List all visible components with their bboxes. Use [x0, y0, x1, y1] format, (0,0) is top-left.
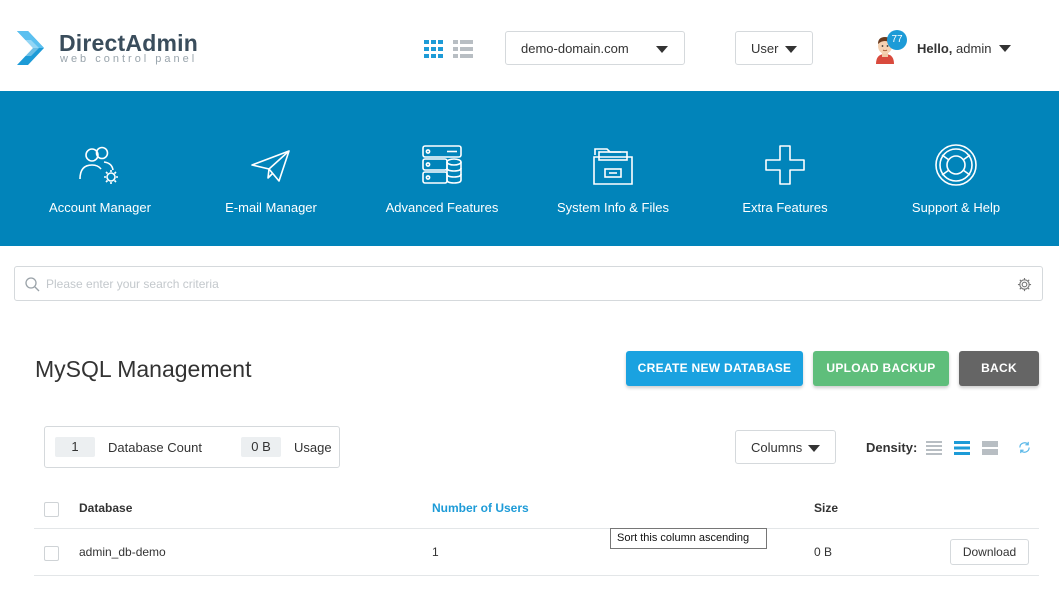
nav-system-info-files[interactable]: System Info & Files [533, 91, 693, 246]
plus-icon [765, 145, 805, 185]
divider [34, 575, 1039, 576]
create-database-button[interactable]: CREATE NEW DATABASE [626, 351, 803, 386]
database-stats: 1 Database Count 0 B Usage [44, 426, 340, 468]
columns-select-label: Columns [751, 440, 803, 455]
user-greeting: Hello, admin [917, 41, 991, 56]
nav-label: Extra Features [742, 200, 828, 215]
chevron-down-icon [999, 45, 1011, 52]
search-input[interactable] [46, 275, 986, 293]
server-database-icon [422, 145, 462, 184]
user-menu[interactable]: 77 Hello, admin [872, 30, 1022, 66]
notification-badge[interactable]: 77 [887, 30, 907, 50]
database-count-label: Database Count [108, 440, 202, 455]
nav-label: Support & Help [911, 200, 1001, 215]
main-nav: Account Manager E-mail Manager Advanced … [0, 91, 1059, 246]
search-bar [14, 266, 1043, 301]
domain-select[interactable]: demo-domain.com [505, 31, 685, 65]
directadmin-logo[interactable]: DirectAdmin web control panel [14, 28, 204, 70]
select-all-checkbox[interactable] [44, 502, 59, 517]
nav-extra-features[interactable]: Extra Features [705, 91, 865, 246]
nav-label: E-mail Manager [225, 200, 317, 215]
domain-select-value: demo-domain.com [521, 41, 629, 56]
logo-mark-icon [17, 31, 44, 65]
density-compact-icon[interactable] [926, 440, 942, 456]
role-select-value: User [751, 41, 779, 56]
nav-support-help[interactable]: Support & Help [876, 91, 1036, 246]
nav-label: System Info & Files [557, 200, 669, 215]
folder-icon [593, 148, 633, 185]
column-header-number-of-users[interactable]: Number of Users [432, 501, 529, 515]
gear-icon[interactable] [1017, 277, 1032, 292]
usage-value: 0 B [241, 437, 281, 457]
column-header-database[interactable]: Database [79, 501, 132, 515]
greeting-text: Hello, [917, 41, 953, 56]
list-view-icon[interactable] [453, 40, 473, 58]
grid-view-icon[interactable] [424, 40, 444, 58]
download-button[interactable]: Download [950, 539, 1029, 565]
nav-advanced-features[interactable]: Advanced Features [362, 91, 522, 246]
chevron-down-icon [808, 445, 820, 452]
divider [34, 528, 1039, 529]
usage-label: Usage [294, 440, 332, 455]
columns-select[interactable]: Columns [735, 430, 836, 464]
nav-label: Advanced Features [385, 200, 499, 215]
upload-backup-button[interactable]: UPLOAD BACKUP [813, 351, 949, 386]
top-header: DirectAdmin web control panel demo-domai… [0, 0, 1059, 91]
density-label: Density: [866, 440, 918, 455]
density-medium-icon[interactable] [954, 440, 970, 456]
cell-size: 0 B [814, 545, 833, 559]
brand-subtitle: web control panel [60, 53, 198, 65]
back-button[interactable]: BACK [959, 351, 1039, 386]
nav-account-manager[interactable]: Account Manager [20, 91, 180, 246]
cell-users: 1 [432, 545, 439, 559]
nav-label: Account Manager [49, 200, 151, 215]
nav-email-manager[interactable]: E-mail Manager [191, 91, 351, 246]
page-title: MySQL Management [35, 356, 252, 382]
cell-database: admin_db-demo [79, 545, 166, 559]
refresh-icon[interactable] [1018, 441, 1031, 454]
role-select[interactable]: User [735, 31, 813, 65]
database-count-value: 1 [55, 437, 95, 457]
lifebuoy-icon [935, 144, 977, 186]
row-checkbox[interactable] [44, 546, 59, 561]
column-header-size[interactable]: Size [814, 501, 838, 515]
density-comfortable-icon[interactable] [982, 440, 998, 456]
sort-tooltip: Sort this column ascending [610, 528, 767, 549]
search-icon [25, 277, 40, 292]
users-gear-icon [79, 146, 118, 184]
username: admin [956, 41, 992, 56]
chevron-down-icon [656, 46, 668, 53]
chevron-down-icon [785, 46, 797, 53]
paper-plane-icon [251, 150, 290, 182]
